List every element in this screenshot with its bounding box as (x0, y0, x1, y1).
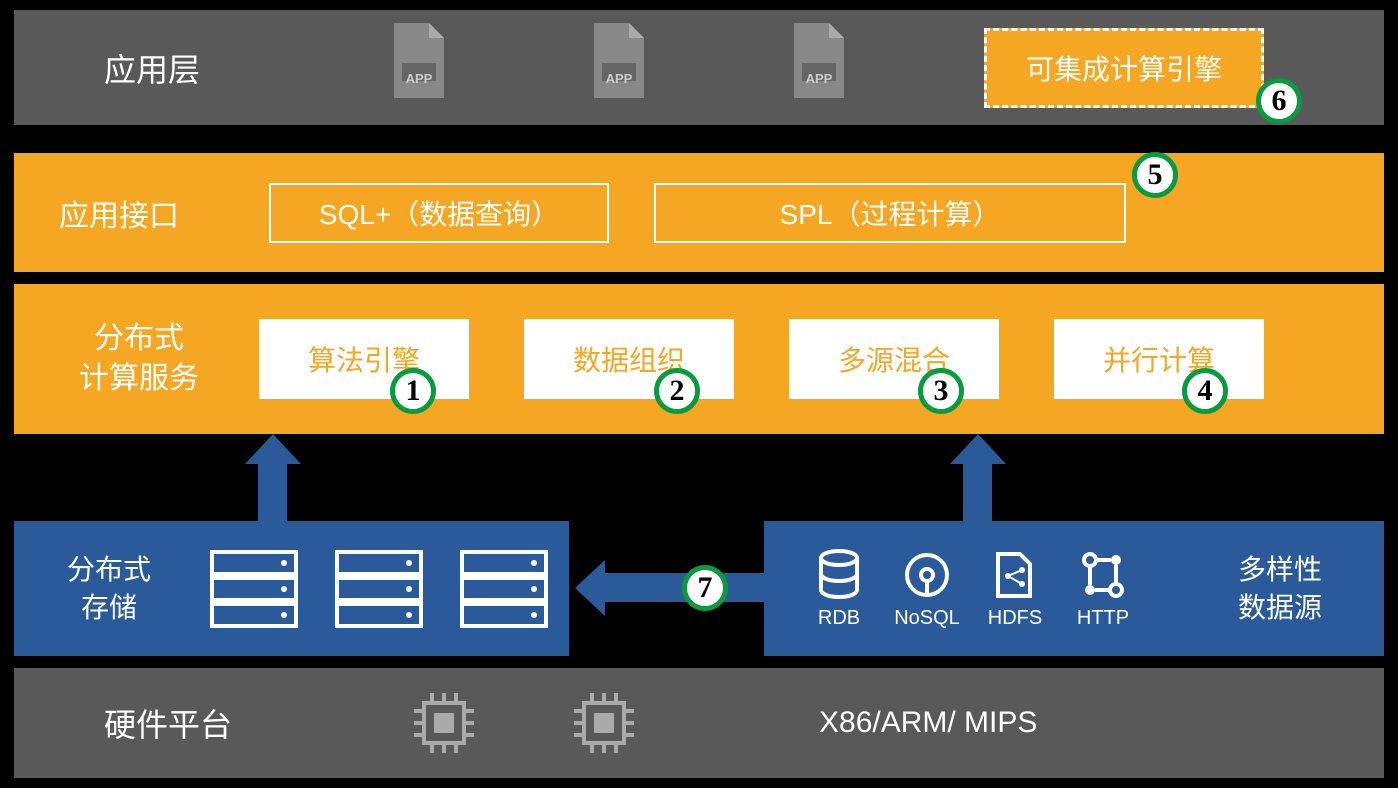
server-icon (204, 544, 304, 634)
badge-5: 5 (1132, 152, 1178, 198)
hardware-platforms-text: X86/ARM/ MIPS (819, 706, 1037, 740)
disk-icon (902, 548, 952, 603)
badge-1: 1 (390, 368, 436, 414)
compute-box-algo: 算法引擎 (259, 319, 469, 399)
badge-4: 4 (1182, 368, 1228, 414)
app-icons-row: APP APP APP (384, 18, 854, 118)
datasource-icons-row: RDB NoSQL HDFS (804, 548, 1138, 630)
app-icon: APP (784, 18, 854, 118)
badge-3: 3 (918, 368, 964, 414)
server-icon (329, 544, 429, 634)
badge-7: 7 (682, 565, 728, 611)
arrow-up-icon (950, 434, 1005, 524)
cpu-icon (404, 683, 484, 763)
arrow-left-icon (575, 560, 765, 615)
datasource-box: RDB NoSQL HDFS (764, 521, 1384, 656)
database-icon (814, 548, 864, 603)
interface-layer: 应用接口 SQL+（数据查询） SPL（过程计算） (14, 153, 1384, 272)
arrow-up-icon (245, 434, 300, 524)
hardware-layer-title: 硬件平台 (104, 700, 304, 746)
server-icons-row (204, 544, 554, 634)
cpu-icons-row (404, 683, 644, 763)
spl-box: SPL（过程计算） (654, 183, 1126, 243)
compute-layer-title: 分布式 计算服务 (54, 319, 224, 400)
datasource-title: 多样性 数据源 (1238, 551, 1322, 627)
distributed-storage-box: 分布式 存储 (14, 521, 569, 656)
badge-2: 2 (654, 368, 700, 414)
hdfs-item: HDFS (980, 548, 1050, 630)
compute-box-parallel: 并行计算 (1054, 319, 1264, 399)
server-icon (454, 544, 554, 634)
app-icon: APP (584, 18, 654, 118)
storage-title: 分布式 存储 (44, 551, 174, 627)
http-item: HTTP (1068, 548, 1138, 630)
app-icon: APP (384, 18, 454, 118)
compute-service-layer: 分布式 计算服务 算法引擎 数据组织 多源混合 并行计算 (14, 284, 1384, 434)
hardware-layer: 硬件平台 X86/ARM/ MIPS (14, 668, 1384, 778)
file-network-icon (990, 548, 1040, 603)
rdb-item: RDB (804, 548, 874, 630)
application-layer-title: 应用层 (104, 45, 304, 91)
compute-box-multisource: 多源混合 (789, 319, 999, 399)
interface-layer-title: 应用接口 (59, 191, 229, 235)
sql-box: SQL+（数据查询） (269, 183, 609, 243)
nosql-item: NoSQL (892, 548, 962, 630)
integrated-engine-box: 可集成计算引擎 (984, 28, 1264, 108)
api-icon (1078, 548, 1128, 603)
compute-box-dataorg: 数据组织 (524, 319, 734, 399)
application-layer: 应用层 APP APP APP (14, 10, 1384, 125)
badge-6: 6 (1256, 78, 1302, 124)
cpu-icon (564, 683, 644, 763)
